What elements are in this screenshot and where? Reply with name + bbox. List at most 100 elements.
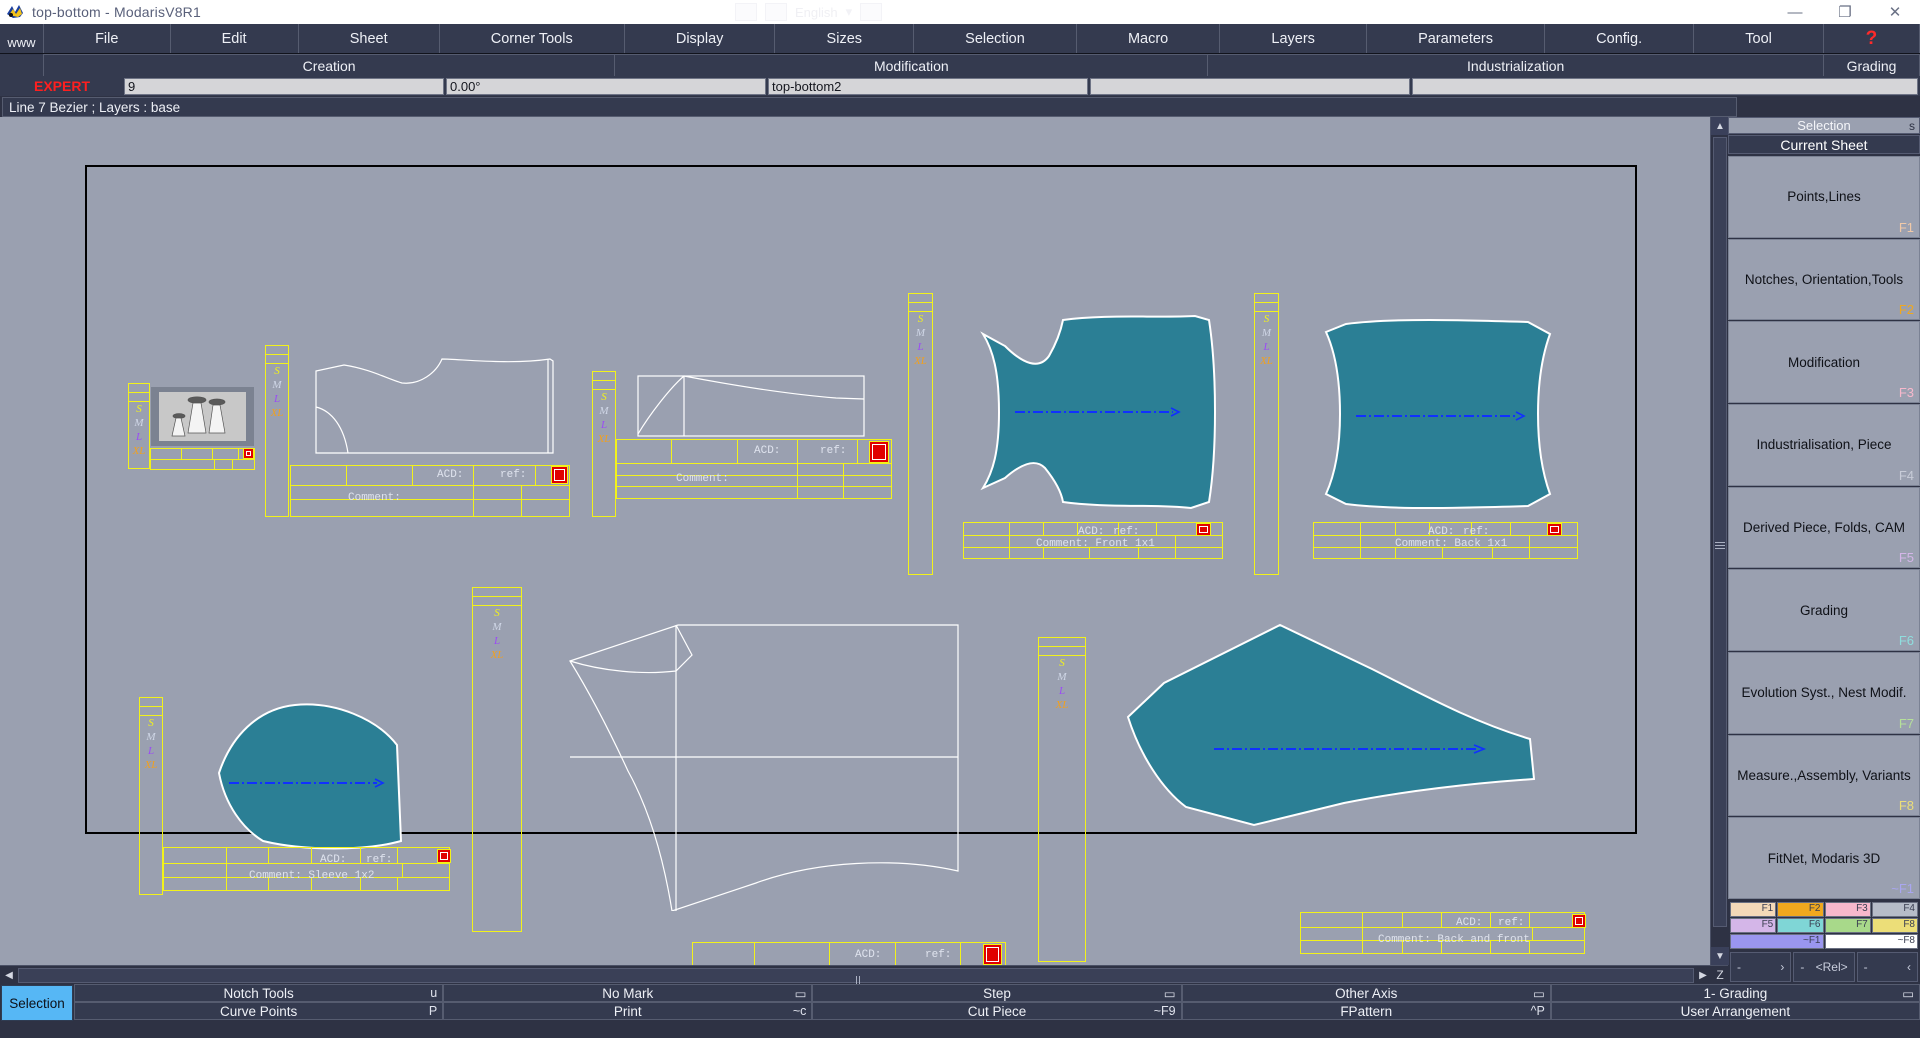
palette-swatch-f3[interactable]: F3 xyxy=(1824,902,1871,917)
pattern-piece-back[interactable] xyxy=(1312,312,1572,517)
piece-flag-icon-front[interactable] xyxy=(1196,523,1211,536)
acd-label-front: ACD: xyxy=(1078,526,1105,538)
scroll-left-icon[interactable]: ◀ xyxy=(0,967,18,984)
piece-flag-icon-top-mid[interactable] xyxy=(869,441,889,463)
tool-cut-piece[interactable]: Cut Piece ~F9 xyxy=(812,1002,1182,1020)
tool-print[interactable]: Print ~c xyxy=(443,1002,813,1020)
mode-industrialization[interactable]: Industrialization xyxy=(1208,54,1824,76)
piece-flag-icon-thumbnail[interactable] xyxy=(243,448,254,459)
palette-swatch-f1[interactable]: F1 xyxy=(1730,902,1777,917)
nav-button-prev[interactable]: - ‹ xyxy=(1856,952,1918,982)
mode-modification[interactable]: Modification xyxy=(615,54,1209,76)
angle-field[interactable] xyxy=(446,77,766,95)
size-label-l: L xyxy=(135,431,143,443)
sidebar-item-measure-assembly-variants[interactable]: Measure.,Assembly, Variants F8 xyxy=(1728,734,1920,817)
sidebar-item-fitnet-modaris-3d[interactable]: FitNet, Modaris 3D ~F1 xyxy=(1728,817,1920,900)
menu-item-parameters[interactable]: Parameters xyxy=(1367,24,1546,53)
palette-swatch-f4[interactable]: F4 xyxy=(1871,902,1918,917)
vertical-scroll-grip xyxy=(1715,542,1725,549)
maximize-button[interactable]: ❐ xyxy=(1820,0,1870,24)
menu-item-config[interactable]: Config. xyxy=(1545,24,1695,53)
scroll-up-icon[interactable]: ▲ xyxy=(1711,117,1729,135)
piece-flag-icon-back-front[interactable] xyxy=(1572,914,1586,928)
tool-grading[interactable]: 1- Grading ▭ xyxy=(1550,984,1920,1002)
sidebar-item-industrialisation-piece[interactable]: Industrialisation, Piece F4 xyxy=(1728,404,1920,486)
close-button[interactable]: ✕ xyxy=(1870,0,1920,24)
menu-item-www[interactable]: www xyxy=(0,24,44,53)
mode-creation[interactable]: Creation xyxy=(44,54,616,76)
sidebar-item-modification[interactable]: Modification F3 xyxy=(1728,321,1920,404)
canvas-horizontal-scrollbar[interactable]: ◀ ▶ Z xyxy=(0,965,1728,1001)
palette-swatch-alt-f8[interactable]: ~F8 xyxy=(1824,934,1918,949)
piece-flag-icon-center[interactable] xyxy=(983,944,1002,965)
palette-swatch-f8[interactable]: F8 xyxy=(1871,918,1918,933)
palette-swatch-f7[interactable]: F7 xyxy=(1824,918,1871,933)
sidebar-item-notches-orientation-tools[interactable]: Notches, Orientation,Tools F2 xyxy=(1728,238,1920,321)
number-field[interactable] xyxy=(124,77,444,95)
palette-swatch-alt-f1[interactable]: ~F1 xyxy=(1730,934,1824,949)
pattern-piece-front[interactable] xyxy=(965,312,1225,517)
help-icon[interactable]: ? xyxy=(1823,24,1920,53)
pattern-canvas[interactable]: S M L XL S M L XL ACD: ref: Comment: S M… xyxy=(0,117,1710,1004)
nav-button-next[interactable]: - › xyxy=(1730,952,1792,982)
menu-item-sizes[interactable]: Sizes xyxy=(775,24,915,53)
tool-other-axis[interactable]: Other Axis ▭ xyxy=(1181,984,1551,1002)
pattern-outline-top-left[interactable] xyxy=(310,355,570,460)
size-bar-header-1 xyxy=(1039,638,1085,647)
size-bar-back: S M L XL xyxy=(1254,293,1279,575)
current-sheet-button[interactable]: Current Sheet xyxy=(1728,135,1920,154)
menu-item-macro[interactable]: Macro xyxy=(1076,24,1221,53)
sidebar-item-points-lines[interactable]: Points,Lines F1 xyxy=(1728,156,1920,238)
chevron-down-icon: ▾ xyxy=(845,4,853,19)
tool-fpattern[interactable]: FPattern ^P xyxy=(1181,1002,1551,1020)
tool-key: ▭ xyxy=(1533,986,1545,1001)
zoom-axis-label[interactable]: Z xyxy=(1712,968,1728,982)
tool-no-mark[interactable]: No Mark ▭ xyxy=(443,984,813,1002)
menu-item-layers[interactable]: Layers xyxy=(1220,24,1367,53)
scroll-down-icon[interactable]: ▼ xyxy=(1711,947,1729,965)
menu-item-corner-tools[interactable]: Corner Tools xyxy=(439,24,625,53)
mode-grading[interactable]: Grading xyxy=(1823,54,1920,76)
tool-curve-points[interactable]: Curve Points P xyxy=(74,1002,444,1020)
extra-field-1[interactable] xyxy=(1090,77,1410,95)
pattern-piece-sleeve[interactable] xyxy=(185,695,435,860)
menu-item-display[interactable]: Display xyxy=(624,24,776,53)
horizontal-scroll-track[interactable] xyxy=(18,967,1694,1001)
palette-swatch-f2[interactable]: F2 xyxy=(1777,902,1824,917)
piece-flag-icon-top-left[interactable] xyxy=(551,466,568,484)
nav-button-rel[interactable]: - <Rel> xyxy=(1793,952,1855,982)
sidebar-item-grading[interactable]: Grading F6 xyxy=(1728,569,1920,652)
vertical-scroll-thumb[interactable] xyxy=(1713,137,1727,927)
sidebar-item-evolution-syst-nest-modif[interactable]: Evolution Syst., Nest Modif. F7 xyxy=(1728,652,1920,734)
pattern-outline-top-mid[interactable] xyxy=(636,374,866,439)
canvas-vertical-scrollbar[interactable]: ▲ ▼ xyxy=(1710,117,1729,965)
selection-mode-button[interactable]: Selection xyxy=(1,985,73,1021)
scroll-right-icon[interactable]: ▶ xyxy=(1694,967,1712,984)
tool-user-arrangement[interactable]: User Arrangement xyxy=(1550,1002,1920,1020)
piece-flag-icon-back[interactable] xyxy=(1547,523,1562,536)
sidebar-key: F6 xyxy=(1898,633,1914,649)
palette-swatch-f6[interactable]: F6 xyxy=(1777,918,1824,933)
size-label-s: S xyxy=(1263,313,1270,325)
tool-notch-tools[interactable]: Notch Tools u xyxy=(74,984,444,1002)
menu-item-tool[interactable]: Tool xyxy=(1694,24,1824,53)
pattern-outline-center[interactable] xyxy=(566,621,966,911)
menu-item-sheet[interactable]: Sheet xyxy=(298,24,440,53)
palette-swatch-f5[interactable]: F5 xyxy=(1730,918,1777,933)
right-panel-selection-header[interactable]: Selection s xyxy=(1728,117,1920,134)
sidebar-item-derived-piece-folds-cam[interactable]: Derived Piece, Folds, CAM F5 xyxy=(1728,486,1920,569)
model-name-field[interactable] xyxy=(768,77,1088,95)
pattern-piece-back-front[interactable] xyxy=(1118,617,1558,907)
ref-label-sleeve: ref: xyxy=(366,854,393,866)
piece-flag-icon-sleeve[interactable] xyxy=(437,849,451,863)
tool-step[interactable]: Step ▭ xyxy=(812,984,1182,1002)
extra-field-2[interactable] xyxy=(1412,77,1918,95)
palette-key: F2 xyxy=(1808,903,1821,914)
menu-item-file[interactable]: File xyxy=(44,24,171,53)
menu-item-edit[interactable]: Edit xyxy=(170,24,299,53)
menu-item-selection[interactable]: Selection xyxy=(914,24,1077,53)
sidebar-key: ~F1 xyxy=(1891,881,1914,897)
model-thumbnail[interactable] xyxy=(150,386,255,447)
minimize-button[interactable]: — xyxy=(1770,0,1820,24)
bottom-toolbar-row-1: Notch Tools u No Mark ▭ Step ▭ Other Axi… xyxy=(74,984,1920,1002)
